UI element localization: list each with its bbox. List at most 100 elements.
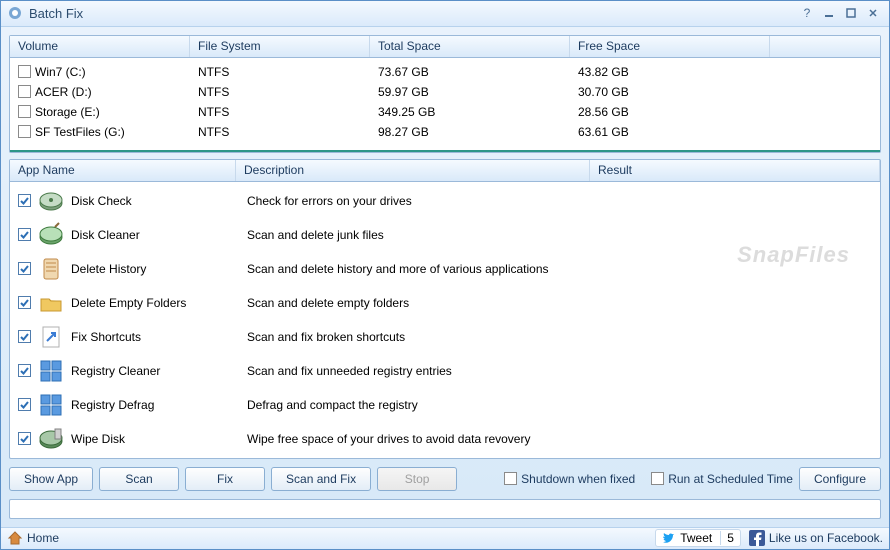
- volume-row[interactable]: Storage (E:) NTFS 349.25 GB 28.56 GB: [10, 102, 880, 122]
- scan-button[interactable]: Scan: [99, 467, 179, 491]
- home-label: Home: [27, 531, 59, 545]
- volume-row[interactable]: Win7 (C:) NTFS 73.67 GB 43.82 GB: [10, 62, 880, 82]
- facebook-label: Like us on Facebook.: [769, 531, 883, 545]
- volume-checkbox[interactable]: [18, 85, 31, 98]
- content-area: Volume File System Total Space Free Spac…: [1, 27, 889, 527]
- app-checkbox[interactable]: [18, 398, 31, 411]
- volume-checkbox[interactable]: [18, 105, 31, 118]
- registry-defrag-icon: [37, 391, 65, 419]
- progress-bar: [9, 499, 881, 519]
- app-window: Batch Fix ? Volume File System Total Spa…: [0, 0, 890, 550]
- volume-free: 28.56 GB: [570, 105, 770, 119]
- volumes-body: Win7 (C:) NTFS 73.67 GB 43.82 GB ACER (D…: [10, 58, 880, 152]
- app-name: Wipe Disk: [71, 432, 247, 446]
- configure-button[interactable]: Configure: [799, 467, 881, 491]
- app-row[interactable]: Registry Cleaner Scan and fix unneeded r…: [10, 354, 880, 388]
- facebook-icon: [749, 530, 765, 546]
- volume-fs: NTFS: [190, 125, 370, 139]
- volumes-header-volume[interactable]: Volume: [10, 36, 190, 57]
- app-name: Disk Cleaner: [71, 228, 247, 242]
- fix-button[interactable]: Fix: [185, 467, 265, 491]
- scheduled-checkbox[interactable]: Run at Scheduled Time: [651, 472, 793, 486]
- shutdown-label: Shutdown when fixed: [521, 472, 635, 486]
- app-row[interactable]: Delete Empty Folders Scan and delete emp…: [10, 286, 880, 320]
- app-row[interactable]: Wipe Disk Wipe free space of your drives…: [10, 422, 880, 456]
- apps-header-result[interactable]: Result: [590, 160, 880, 181]
- apps-panel: App Name Description Result SnapFiles Di…: [9, 159, 881, 459]
- app-desc: Defrag and compact the registry: [247, 398, 880, 412]
- volume-checkbox[interactable]: [18, 125, 31, 138]
- volumes-header-fs[interactable]: File System: [190, 36, 370, 57]
- tweet-button[interactable]: Tweet 5: [655, 529, 741, 547]
- volumes-header-total[interactable]: Total Space: [370, 36, 570, 57]
- minimize-button[interactable]: [819, 5, 839, 21]
- app-row[interactable]: Delete History Scan and delete history a…: [10, 252, 880, 286]
- volume-row[interactable]: SF TestFiles (G:) NTFS 98.27 GB 63.61 GB: [10, 122, 880, 142]
- tweet-label: Tweet: [680, 531, 712, 545]
- fix-shortcuts-icon: [37, 323, 65, 351]
- apps-body: SnapFiles Disk Check Check for errors on…: [10, 182, 880, 458]
- app-desc: Scan and delete junk files: [247, 228, 880, 242]
- apps-header-desc[interactable]: Description: [236, 160, 590, 181]
- volume-name: Storage (E:): [35, 105, 100, 119]
- volume-total: 59.97 GB: [370, 85, 570, 99]
- facebook-link[interactable]: Like us on Facebook.: [749, 530, 883, 546]
- titlebar: Batch Fix ?: [1, 1, 889, 27]
- volumes-header-row: Volume File System Total Space Free Spac…: [10, 36, 880, 58]
- app-row[interactable]: Fix Shortcuts Scan and fix broken shortc…: [10, 320, 880, 354]
- app-name: Registry Defrag: [71, 398, 247, 412]
- registry-cleaner-icon: [37, 357, 65, 385]
- app-desc: Scan and delete empty folders: [247, 296, 880, 310]
- volume-row[interactable]: ACER (D:) NTFS 59.97 GB 30.70 GB: [10, 82, 880, 102]
- help-button[interactable]: ?: [797, 5, 817, 21]
- app-checkbox[interactable]: [18, 262, 31, 275]
- scan-and-fix-button[interactable]: Scan and Fix: [271, 467, 371, 491]
- shutdown-checkbox[interactable]: Shutdown when fixed: [504, 472, 635, 486]
- apps-header-row: App Name Description Result: [10, 160, 880, 182]
- show-app-button[interactable]: Show App: [9, 467, 93, 491]
- app-icon: [7, 5, 23, 21]
- app-checkbox[interactable]: [18, 330, 31, 343]
- disk-check-icon: [37, 187, 65, 215]
- statusbar: Home Tweet 5 Like us on Facebook.: [1, 527, 889, 549]
- delete-empty-folders-icon: [37, 289, 65, 317]
- volume-name: ACER (D:): [35, 85, 92, 99]
- app-checkbox[interactable]: [18, 296, 31, 309]
- app-name: Disk Check: [71, 194, 247, 208]
- scheduled-label: Run at Scheduled Time: [668, 472, 793, 486]
- app-name: Registry Cleaner: [71, 364, 247, 378]
- app-checkbox[interactable]: [18, 194, 31, 207]
- volumes-panel: Volume File System Total Space Free Spac…: [9, 35, 881, 153]
- app-row[interactable]: Disk Cleaner Scan and delete junk files: [10, 218, 880, 252]
- volume-fs: NTFS: [190, 65, 370, 79]
- checkbox-icon: [504, 472, 517, 485]
- apps-header-name[interactable]: App Name: [10, 160, 236, 181]
- app-row[interactable]: Registry Defrag Defrag and compact the r…: [10, 388, 880, 422]
- volume-free: 30.70 GB: [570, 85, 770, 99]
- app-desc: Scan and fix broken shortcuts: [247, 330, 880, 344]
- stop-button: Stop: [377, 467, 457, 491]
- volume-fs: NTFS: [190, 85, 370, 99]
- app-row[interactable]: Disk Check Check for errors on your driv…: [10, 184, 880, 218]
- wipe-disk-icon: [37, 425, 65, 453]
- volume-free: 43.82 GB: [570, 65, 770, 79]
- volume-total: 98.27 GB: [370, 125, 570, 139]
- app-checkbox[interactable]: [18, 432, 31, 445]
- volume-name: Win7 (C:): [35, 65, 86, 79]
- home-link[interactable]: Home: [7, 530, 59, 546]
- volume-fs: NTFS: [190, 105, 370, 119]
- close-button[interactable]: [863, 5, 883, 21]
- app-checkbox[interactable]: [18, 364, 31, 377]
- volumes-header-free[interactable]: Free Space: [570, 36, 770, 57]
- app-desc: Check for errors on your drives: [247, 194, 880, 208]
- checkbox-icon: [651, 472, 664, 485]
- app-name: Fix Shortcuts: [71, 330, 247, 344]
- maximize-button[interactable]: [841, 5, 861, 21]
- app-checkbox[interactable]: [18, 228, 31, 241]
- home-icon: [7, 530, 23, 546]
- disk-cleaner-icon: [37, 221, 65, 249]
- delete-history-icon: [37, 255, 65, 283]
- volume-checkbox[interactable]: [18, 65, 31, 78]
- window-title: Batch Fix: [29, 6, 795, 21]
- app-desc: Scan and delete history and more of vari…: [247, 262, 880, 276]
